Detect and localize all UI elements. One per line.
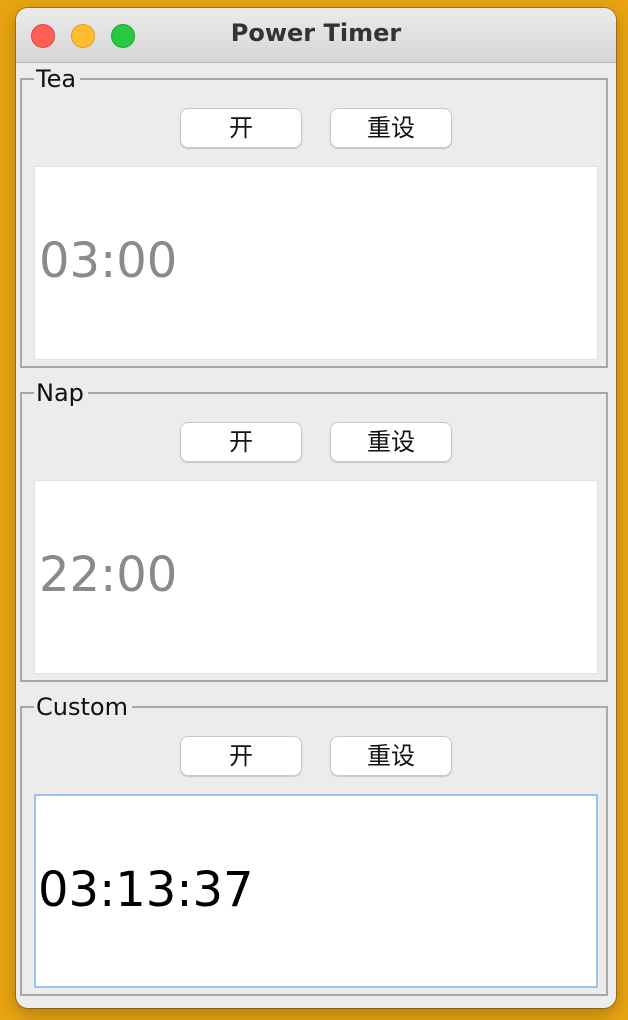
title-bar[interactable]: Power Timer [16,8,616,63]
custom-reset-button[interactable]: 重设 [330,736,452,776]
tea-time-text: 03:00 [39,233,178,289]
panel-label-custom: Custom [34,692,132,722]
panel-label-tea: Tea [34,64,81,94]
timer-panel-nap: Nap 开 重设 22:00 [20,378,608,682]
nap-start-button[interactable]: 开 [180,422,302,462]
nap-reset-button[interactable]: 重设 [330,422,452,462]
tea-reset-button[interactable]: 重设 [330,108,452,148]
tea-time-display[interactable]: 03:00 [34,166,598,360]
panel-label-nap: Nap [34,378,88,408]
nap-time-text: 22:00 [39,547,178,603]
app-window: Power Timer Tea 开 重设 03:00 Nap 开 重设 22:0… [16,8,616,1008]
custom-time-text: 03:13:37 [38,862,254,918]
window-title: Power Timer [230,19,402,47]
nap-time-display[interactable]: 22:00 [34,480,598,674]
custom-start-button[interactable]: 开 [180,736,302,776]
custom-time-input[interactable]: 03:13:37 [34,794,598,988]
timer-panel-custom: Custom 开 重设 03:13:37 [20,692,608,996]
tea-start-button[interactable]: 开 [180,108,302,148]
timer-panel-tea: Tea 开 重设 03:00 [20,64,608,368]
